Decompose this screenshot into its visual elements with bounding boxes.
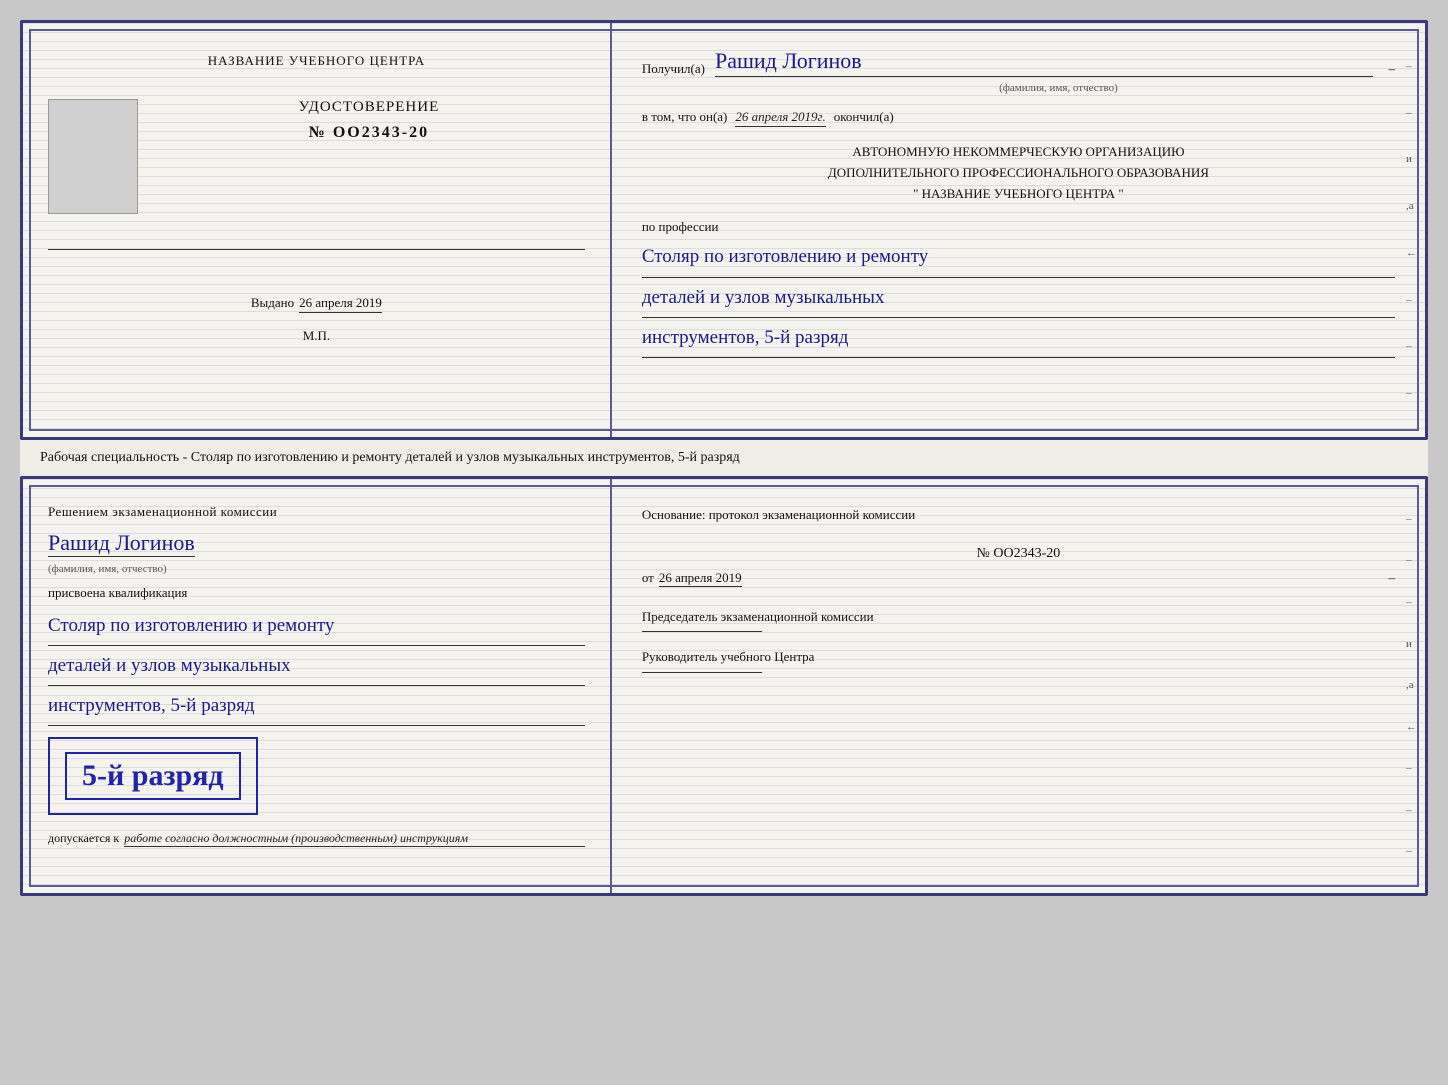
bottom-cert-side-dashes: – – – и ,а ← – – – [1406,479,1417,893]
date-value: 26 апреля 2019 [659,570,742,587]
cert-title-block: УДОСТОВЕРЕНИЕ № OO2343-20 [153,99,585,162]
bottom-person-name: Рашид Логинов [48,530,195,557]
allowed-label: допускается к [48,831,119,846]
rank-highlight: 5-й разряд [65,752,241,800]
middle-strip: Рабочая специальность - Столяр по изгото… [20,440,1428,476]
top-cert-side-dashes: – – и ,а ← – – – [1406,23,1417,437]
chairman-block: Председатель экзаменационной комиссии [642,607,1395,633]
completed-label2: окончил(а) [834,109,894,125]
top-certificate: НАЗВАНИЕ УЧЕБНОГО ЦЕНТРА УДОСТОВЕРЕНИЕ №… [20,20,1428,440]
top-cert-school-name: НАЗВАНИЕ УЧЕБНОГО ЦЕНТРА [208,53,425,69]
org-block: АВТОНОМНУЮ НЕКОММЕРЧЕСКУЮ ОРГАНИЗАЦИЮ ДО… [642,142,1395,204]
cert-number: № OO2343-20 [153,124,585,142]
allowed-line: допускается к работе согласно должностны… [48,831,585,847]
cert-title: УДОСТОВЕРЕНИЕ [153,99,585,116]
recipient-label: Получил(а) [642,61,705,77]
chairman-label: Председатель экзаменационной комиссии [642,607,1395,627]
bottom-cert-left-panel: Решением экзаменационной комиссии Рашид … [23,479,612,893]
qualification-text: Столяр по изготовлению и ремонту деталей… [48,609,585,727]
completed-line: в том, что он(а) 26 апреля 2019г. окончи… [642,109,1395,127]
dash-after-name: – [1388,61,1395,77]
date-dash: – [1388,570,1395,586]
issued-label: Выдано [251,295,294,311]
org-line3: " НАЗВАНИЕ УЧЕБНОГО ЦЕНТРА " [642,184,1395,205]
profession-line1: Столяр по изготовлению и ремонту [642,240,1395,277]
bottom-fio-sub: (фамилия, имя, отчество) [48,563,585,575]
protocol-date: от 26 апреля 2019 – [642,570,1395,587]
chairman-signature-line [642,631,762,632]
decision-text: Решением экзаменационной комиссии [48,504,585,520]
director-label: Руководитель учебного Центра [642,647,1395,667]
protocol-number: № OO2343-20 [642,546,1395,562]
recipient-line: Получил(а) Рашид Логинов – [642,48,1395,77]
middle-strip-text: Рабочая специальность - Столяр по изгото… [40,450,740,465]
completed-label1: в том, что он(а) [642,109,728,125]
profession-line3: инструментов, 5-й разряд [642,321,1395,358]
page-wrapper: НАЗВАНИЕ УЧЕБНОГО ЦЕНТРА УДОСТОВЕРЕНИЕ №… [20,20,1428,896]
completed-date: 26 апреля 2019г. [735,109,825,127]
org-line1: АВТОНОМНУЮ НЕКОММЕРЧЕСКУЮ ОРГАНИЗАЦИЮ [642,142,1395,163]
bottom-cert-right-panel: Основание: протокол экзаменационной коми… [612,479,1425,893]
qual-line3: инструментов, 5-й разряд [48,689,585,726]
top-cert-right-panel: Получил(а) Рашид Логинов – (фамилия, имя… [612,23,1425,437]
director-signature-line [642,672,762,673]
org-line2: ДОПОЛНИТЕЛЬНОГО ПРОФЕССИОНАЛЬНОГО ОБРАЗО… [642,163,1395,184]
qualification-label: присвоена квалификация [48,585,585,601]
qual-line1: Столяр по изготовлению и ремонту [48,609,585,646]
mp-label: М.П. [303,328,330,344]
basis-label: Основание: протокол экзаменационной коми… [642,504,1395,526]
date-label: от [642,570,654,586]
profession-line2: деталей и узлов музыкальных [642,281,1395,318]
cert-left-content: УДОСТОВЕРЕНИЕ № OO2343-20 [48,99,585,234]
issued-date: 26 апреля 2019 [299,295,382,313]
qual-line2: деталей и узлов музыкальных [48,649,585,686]
top-cert-left-panel: НАЗВАНИЕ УЧЕБНОГО ЦЕНТРА УДОСТОВЕРЕНИЕ №… [23,23,612,437]
bottom-certificate: Решением экзаменационной комиссии Рашид … [20,476,1428,896]
recipient-name: Рашид Логинов [715,48,1374,77]
photo-placeholder [48,99,138,214]
profession-label: по профессии [642,219,1395,235]
recipient-sub: (фамилия, имя, отчество) [722,82,1395,94]
profession-text: Столяр по изготовлению и ремонту деталей… [642,240,1395,358]
cert-issued-line: Выдано 26 апреля 2019 [251,295,382,313]
director-block: Руководитель учебного Центра [642,647,1395,673]
allowed-text: работе согласно должностным (производств… [124,831,585,847]
